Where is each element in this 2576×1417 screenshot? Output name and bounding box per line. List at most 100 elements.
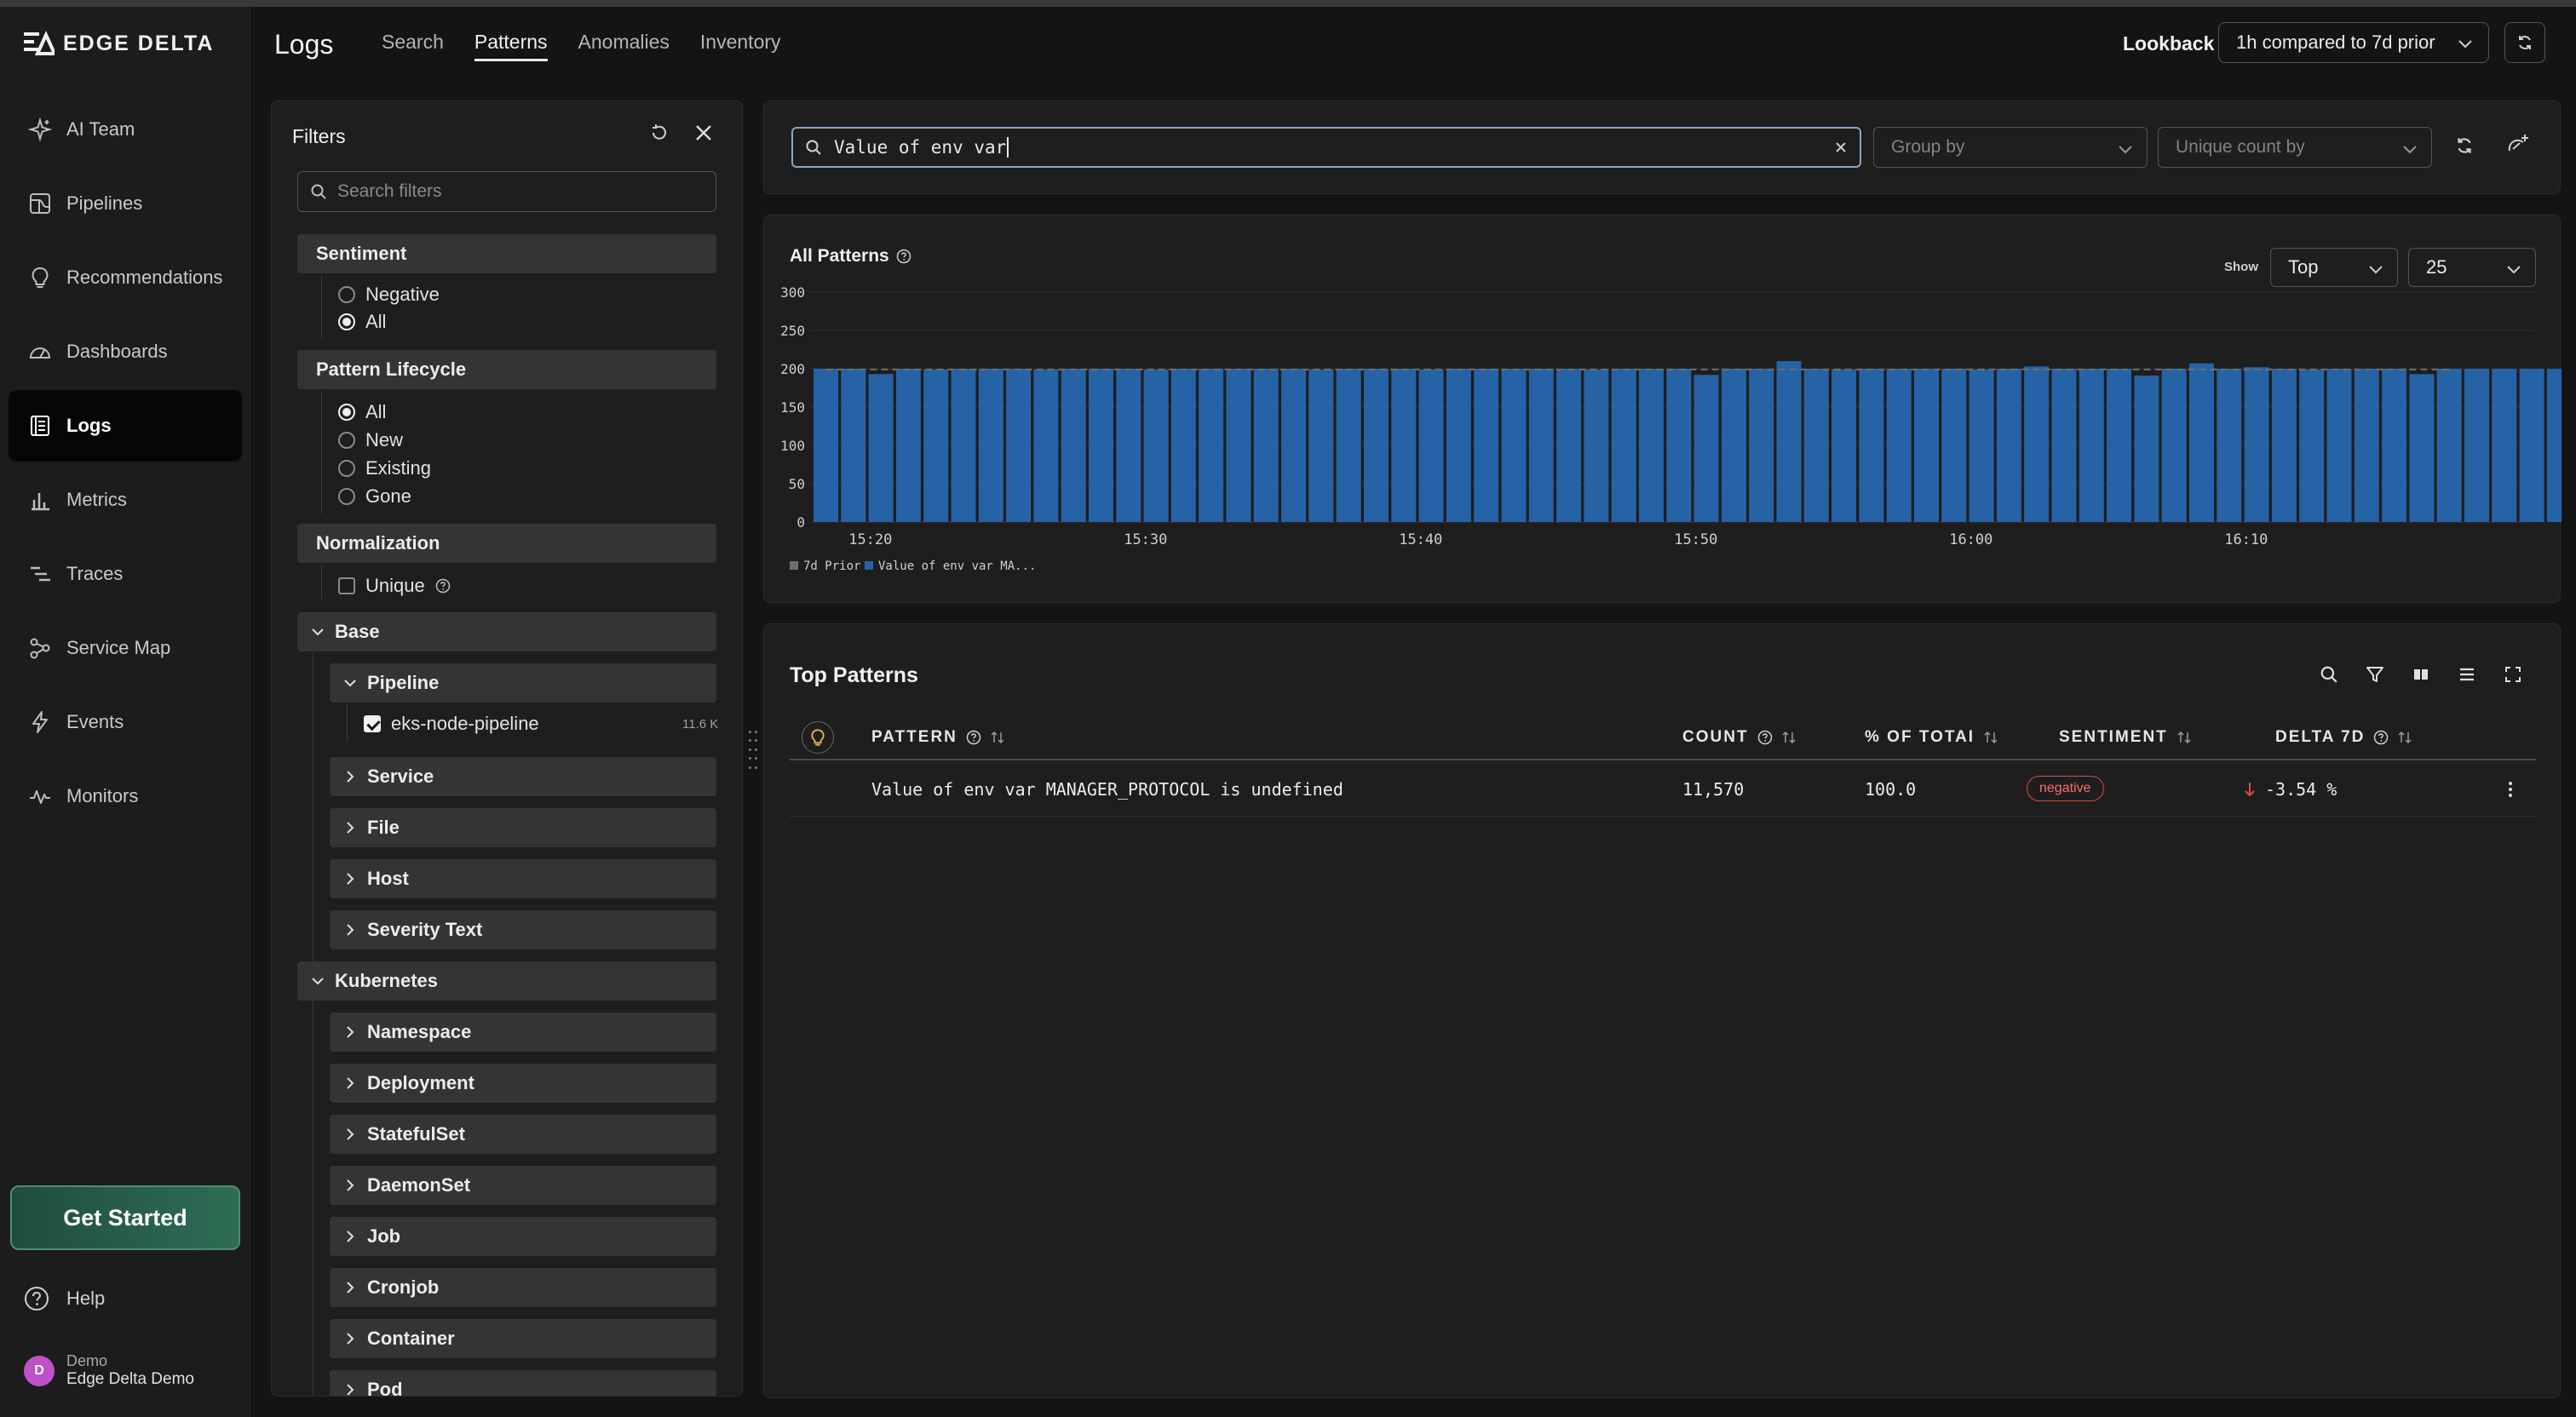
chart-bar[interactable]: [1336, 369, 1361, 522]
group-by-select[interactable]: Group by: [1873, 127, 2148, 168]
chart-bar[interactable]: [2436, 369, 2462, 522]
sidebar-item-recommendations[interactable]: Recommendations: [9, 242, 242, 313]
reset-filters-icon[interactable]: [648, 122, 670, 144]
clear-icon[interactable]: [1832, 139, 1849, 156]
pattern-search-input[interactable]: Value of env var: [791, 127, 1861, 168]
chart-bar[interactable]: [1501, 369, 1527, 522]
column-header-count[interactable]: COUNT: [1682, 728, 1797, 747]
list-view-icon[interactable]: [2458, 665, 2476, 684]
brand-logo[interactable]: EDGE DELTA: [22, 31, 214, 56]
daemonset-section-header[interactable]: DaemonSet: [330, 1166, 716, 1205]
chart-bar[interactable]: [1749, 369, 1774, 522]
search-icon[interactable]: [2320, 665, 2338, 684]
chart-bar[interactable]: [2024, 366, 2050, 522]
lifecycle-option-all[interactable]: All: [338, 401, 386, 423]
chart-bar[interactable]: [1859, 369, 1884, 522]
chart-bar[interactable]: [1611, 369, 1636, 522]
filter-icon[interactable]: [2366, 665, 2384, 684]
chart-bar[interactable]: [1226, 369, 1251, 522]
refresh-icon[interactable]: [2454, 135, 2475, 156]
sentiment-section-header[interactable]: Sentiment: [297, 234, 716, 273]
lifecycle-option-existing[interactable]: Existing: [338, 457, 431, 479]
chart-bar[interactable]: [1474, 369, 1499, 522]
sidebar-item-ai-team[interactable]: AI Team: [9, 94, 242, 165]
chart-bar[interactable]: [1831, 369, 1857, 522]
chart-bar[interactable]: [868, 374, 894, 522]
sidebar-item-logs[interactable]: Logs: [9, 390, 242, 462]
chart-bar[interactable]: [978, 369, 1003, 522]
chart-bar[interactable]: [1996, 369, 2021, 522]
lookback-select[interactable]: 1h compared to 7d prior: [2218, 22, 2489, 63]
sort-icon[interactable]: [2176, 730, 2192, 745]
chart-bar[interactable]: [2464, 369, 2489, 522]
tab-inventory[interactable]: Inventory: [700, 31, 781, 61]
column-header-delta[interactable]: DELTA 7D: [2275, 728, 2412, 747]
chart-bar[interactable]: [1886, 369, 1912, 522]
base-section-header[interactable]: Base: [297, 612, 716, 651]
get-started-button[interactable]: Get Started: [10, 1185, 240, 1250]
chart-bar[interactable]: [1803, 369, 1829, 522]
sidebar-item-monitors[interactable]: Monitors: [9, 760, 242, 832]
sort-icon[interactable]: [1983, 730, 1998, 745]
columns-icon[interactable]: [2412, 665, 2430, 684]
tab-patterns[interactable]: Patterns: [474, 31, 548, 61]
chart-bar[interactable]: [841, 369, 866, 522]
chart-bar[interactable]: [1446, 369, 1471, 522]
pod-section-header[interactable]: Pod: [330, 1370, 716, 1396]
chart-bar[interactable]: [923, 369, 949, 522]
lifecycle-option-gone[interactable]: Gone: [338, 485, 411, 508]
column-header-percent[interactable]: % OF TOTAI: [1865, 728, 1998, 747]
chart-bar[interactable]: [2051, 369, 2077, 522]
chart-bar[interactable]: [1584, 369, 1609, 522]
cronjob-section-header[interactable]: Cronjob: [330, 1268, 716, 1307]
chart-bar[interactable]: [2409, 374, 2435, 522]
chart-bar[interactable]: [951, 369, 976, 522]
sidebar-item-dashboards[interactable]: Dashboards: [9, 316, 242, 387]
sort-icon[interactable]: [1781, 730, 1797, 745]
file-section-header[interactable]: File: [330, 808, 716, 847]
lifecycle-option-new[interactable]: New: [338, 429, 403, 451]
expand-icon[interactable]: [2504, 665, 2522, 684]
sidebar-item-metrics[interactable]: Metrics: [9, 464, 242, 536]
namespace-section-header[interactable]: Namespace: [330, 1013, 716, 1052]
chart-bar[interactable]: [2546, 369, 2562, 522]
chart-bar[interactable]: [1556, 369, 1582, 522]
chart-bar[interactable]: [2217, 369, 2242, 522]
chart-bar[interactable]: [1143, 369, 1169, 522]
chart-bar[interactable]: [1418, 369, 1444, 522]
help-link[interactable]: Help: [24, 1286, 105, 1311]
sidebar-item-pipelines[interactable]: Pipelines: [9, 168, 242, 239]
refresh-button[interactable]: [2504, 22, 2545, 63]
pipeline-option-eks-node-pipeline[interactable]: eks-node-pipeline: [364, 713, 539, 735]
sentiment-option-all[interactable]: All: [338, 311, 386, 333]
chart-bar[interactable]: [895, 369, 921, 522]
close-icon[interactable]: [693, 122, 715, 144]
chart-bar[interactable]: [1116, 369, 1141, 522]
pipeline-section-header[interactable]: Pipeline: [330, 663, 716, 703]
insights-button[interactable]: [802, 721, 834, 754]
chart-bar[interactable]: [1089, 369, 1113, 522]
severity-section-header[interactable]: Severity Text: [330, 910, 716, 949]
table-row[interactable]: Value of env var MANAGER_PROTOCOL is und…: [790, 762, 2536, 817]
filter-search-input[interactable]: [337, 181, 695, 202]
chart-bar[interactable]: [1776, 361, 1802, 522]
host-section-header[interactable]: Host: [330, 859, 716, 898]
chart-bar[interactable]: [2382, 369, 2407, 522]
user-menu[interactable]: D Demo Edge Delta Demo: [24, 1352, 194, 1389]
sentiment-option-negative[interactable]: Negative: [338, 284, 440, 306]
chart-bar[interactable]: [1033, 369, 1059, 522]
deployment-section-header[interactable]: Deployment: [330, 1064, 716, 1103]
chart-bar[interactable]: [1639, 369, 1664, 522]
tab-anomalies[interactable]: Anomalies: [578, 31, 670, 61]
chart-bar[interactable]: [1969, 369, 1994, 522]
chart-bar[interactable]: [1061, 369, 1086, 522]
sort-icon[interactable]: [2397, 730, 2412, 745]
column-header-pattern[interactable]: PATTERN: [871, 728, 1005, 747]
chart-bar[interactable]: [1364, 369, 1389, 522]
unique-checkbox[interactable]: Unique: [338, 575, 451, 597]
sidebar-item-service-map[interactable]: Service Map: [9, 612, 242, 684]
chart-bar[interactable]: [2189, 363, 2214, 522]
chart-bar[interactable]: [814, 369, 838, 522]
column-header-sentiment[interactable]: SENTIMENT: [2059, 728, 2192, 747]
panel-resize-handle[interactable]: [749, 731, 759, 772]
